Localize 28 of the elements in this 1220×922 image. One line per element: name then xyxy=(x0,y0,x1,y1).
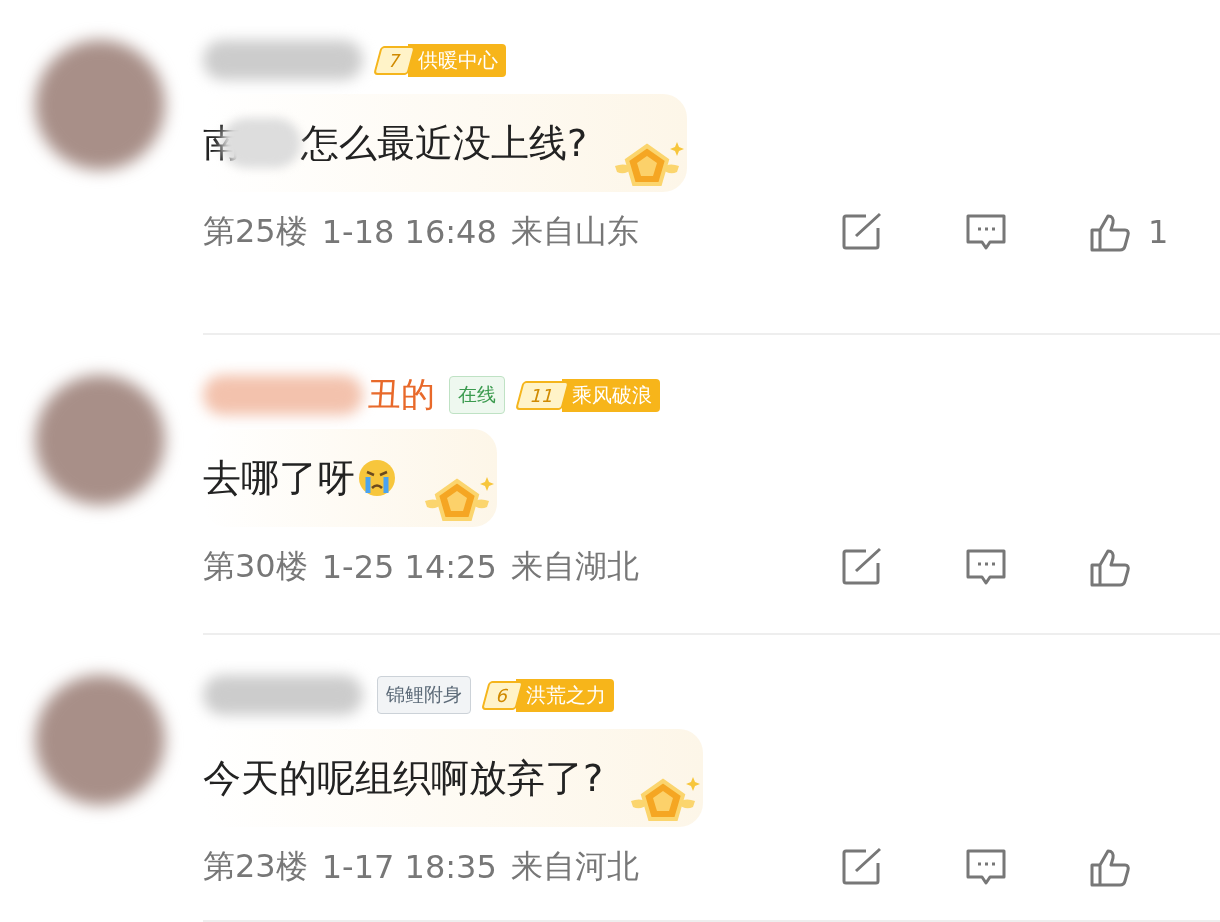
comment-text: 怎么最近没上线? xyxy=(301,119,588,167)
floor-number: 第23楼 xyxy=(203,846,308,887)
avatar[interactable] xyxy=(35,40,165,170)
post-time: 1-17 18:35 xyxy=(321,848,497,886)
edit-icon[interactable] xyxy=(840,547,884,587)
user-tag: 锦鲤附身 xyxy=(377,676,471,714)
thumbs-up-icon[interactable] xyxy=(1088,847,1132,887)
comment-icon[interactable] xyxy=(964,212,1008,252)
edit-icon[interactable] xyxy=(840,212,884,252)
comment-icon[interactable] xyxy=(964,847,1008,887)
post-location: 来自山东 xyxy=(510,211,639,252)
thumbs-up-icon[interactable] xyxy=(1088,547,1132,587)
comment-text: 去哪了呀 xyxy=(203,454,355,502)
comment-text: 今天的呢组织啊放弃了? xyxy=(203,754,604,802)
post-time: 1-25 14:25 xyxy=(321,548,497,586)
post-location: 来自河北 xyxy=(510,846,639,887)
post-location: 来自湖北 xyxy=(510,546,639,587)
avatar[interactable] xyxy=(35,375,165,505)
thumbs-up-icon[interactable] xyxy=(1088,212,1132,252)
avatar[interactable] xyxy=(35,675,165,805)
floor-number: 第25楼 xyxy=(203,211,308,252)
comment-icon[interactable] xyxy=(964,547,1008,587)
user-tag: 在线 xyxy=(449,376,505,414)
post-time: 1-18 16:48 xyxy=(321,213,497,251)
edit-icon[interactable] xyxy=(840,847,884,887)
username[interactable]: 丑的 xyxy=(367,372,435,418)
floor-number: 第30楼 xyxy=(203,546,308,587)
like-count: 1 xyxy=(1148,213,1169,251)
